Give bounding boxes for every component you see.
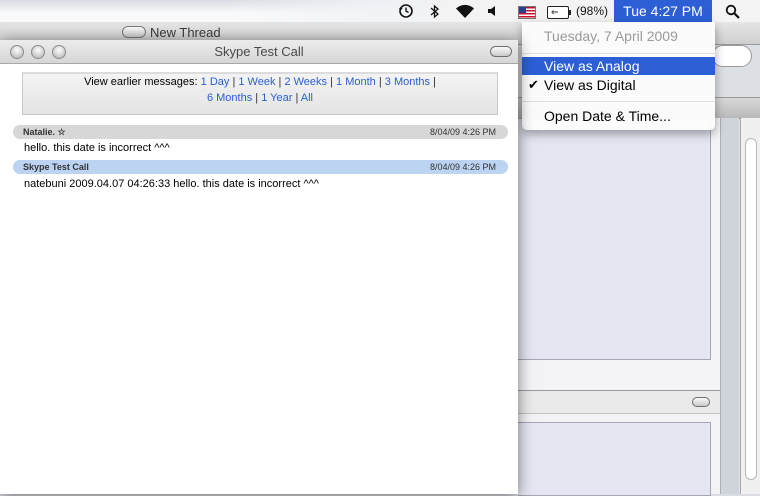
link-separator: | [278,76,282,88]
wifi-icon[interactable] [454,3,476,19]
content-pane-bottom-header [518,390,720,414]
link-separator: | [378,76,382,88]
skype-titlebar[interactable]: Skype Test Call [0,40,518,64]
vertical-scrollbar[interactable] [740,118,760,494]
battery-icon[interactable]: ⇐ [547,6,571,19]
menubar-clock[interactable]: Tue 4:27 PM [614,0,712,22]
content-pane-bottom-inner [518,422,711,496]
time-machine-icon[interactable] [396,3,416,19]
message-sender[interactable]: Skype Test Call [23,160,89,174]
menu-separator [522,101,715,102]
link-separator: | [295,92,299,104]
menu-item-view-as-analog[interactable]: View as Analog [522,57,715,75]
earlier-messages-prefix: View earlier messages: [84,76,198,88]
link-separator: | [433,76,436,88]
pane-gutter [721,118,739,494]
menu-date-label: Tuesday, 7 April 2009 [544,28,678,44]
link-1-month[interactable]: 1 Month [336,76,376,88]
checkmark-icon: ✔ [528,77,539,92]
link-2-weeks[interactable]: 2 Weeks [284,76,327,88]
message-text: hello. this date is incorrect ^^^ [24,142,170,154]
menu-item-label: View as Digital [544,77,636,93]
earlier-messages-line-2: 6 Months | 1 Year | All [23,90,497,106]
skype-window-title: Skype Test Call [214,44,304,59]
menu-separator [522,53,715,54]
link-separator: | [232,76,236,88]
link-1-week[interactable]: 1 Week [238,76,275,88]
bluetooth-icon[interactable] [428,3,442,19]
link-1-year[interactable]: 1 Year [261,92,292,104]
message-timestamp: 8/04/09 4:26 PM [429,127,496,137]
content-pane-top-inner [518,118,711,360]
toolbar-toggle-button[interactable] [490,46,512,57]
message-text: natebuni 2009.04.07 04:26:33 hello. this… [24,178,319,190]
menu-bar: ⇐ (98%) Tue 4:27 PM [0,0,760,22]
history-bar: ● ● View earlier messages: 1 Day | 1 Wee… [0,64,518,116]
link-6-months[interactable]: 6 Months [207,92,252,104]
link-1-day[interactable]: 1 Day [201,76,230,88]
link-separator: | [330,76,333,88]
link-all[interactable]: All [301,92,313,104]
message-header: Skype Test Call 8/04/09 4:26 PM [13,160,508,174]
link-3-months[interactable]: 3 Months [385,76,430,88]
background-window-title: New Thread [150,25,221,40]
menu-item-label: Open Date & Time... [544,108,671,124]
pane-toggle-button[interactable] [692,397,710,407]
battery-percent: (98%) [576,4,609,18]
menu-item-open-date-time[interactable]: Open Date & Time... [522,107,715,125]
toolbar-toggle-button[interactable] [122,26,146,38]
clock-menu: Tuesday, 7 April 2009 View as Analog ✔ V… [522,22,715,130]
content-pane-bottom [518,390,721,496]
link-separator: | [255,92,259,104]
content-pane-top [518,118,721,390]
us-flag-icon[interactable] [518,6,536,19]
menu-item-view-as-digital[interactable]: ✔ View as Digital [522,76,715,94]
earlier-messages-line-1: View earlier messages: 1 Day | 1 Week | … [23,74,497,90]
earlier-messages-box: View earlier messages: 1 Day | 1 Week | … [22,72,498,115]
message-sender[interactable]: Natalie. ☆ [23,125,66,139]
scrollbar-thumb[interactable] [745,138,757,480]
volume-icon[interactable] [486,3,500,19]
spotlight-icon[interactable] [722,3,742,19]
message-timestamp: 8/04/09 4:26 PM [429,162,496,172]
menu-item-label: View as Analog [544,58,640,74]
search-field[interactable] [712,45,752,67]
skype-chat-window: Skype Test Call ● ● View earlier message… [0,40,518,494]
message-header: Natalie. ☆ 8/04/09 4:26 PM [13,125,508,139]
